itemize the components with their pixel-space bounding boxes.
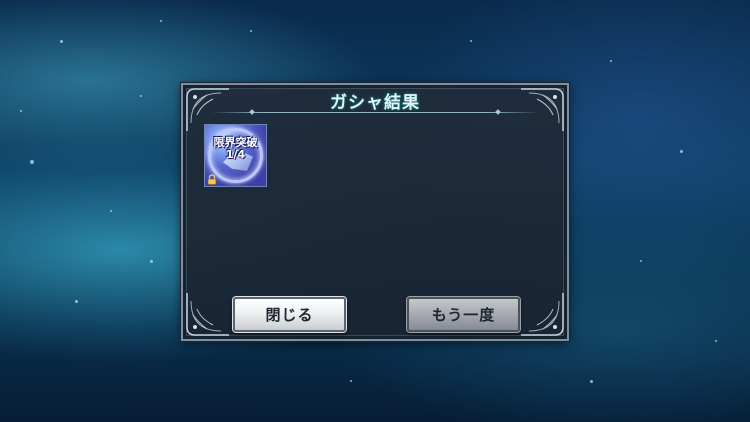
dialog-title-bar: ガシャ結果 — [213, 87, 537, 113]
gacha-result-dialog: ガシャ結果 限界突破 1/4 閉じる もう一度 — [181, 83, 569, 341]
result-item-limit-break[interactable]: 限界突破 1/4 — [204, 124, 267, 187]
item-label: 限界突破 1/4 — [205, 137, 266, 161]
draw-again-button[interactable]: もう一度 — [407, 297, 520, 332]
frame-corner-ornament — [519, 291, 565, 337]
frame-corner-ornament — [185, 291, 231, 337]
item-label-line2: 1/4 — [225, 148, 246, 161]
title-divider — [211, 112, 539, 113]
close-button[interactable]: 閉じる — [233, 297, 346, 332]
dialog-title: ガシャ結果 — [330, 92, 420, 113]
lock-icon — [207, 174, 217, 185]
